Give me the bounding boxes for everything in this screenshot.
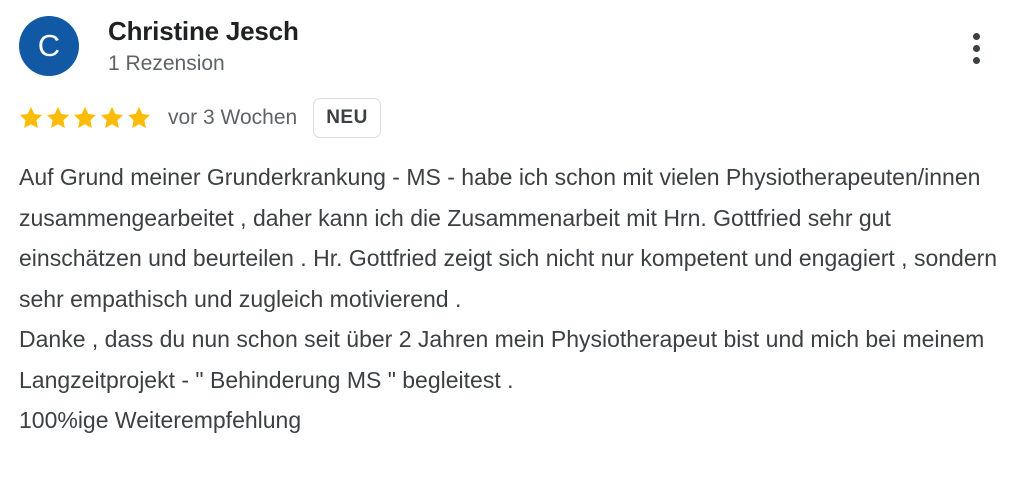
review-paragraph: Auf Grund meiner Grunderkrankung - MS - … xyxy=(19,164,998,312)
reviewer-name[interactable]: Christine Jesch xyxy=(108,16,299,47)
star-icon xyxy=(45,105,71,131)
star-icon xyxy=(72,105,98,131)
review-date: vor 3 Wochen xyxy=(168,106,298,129)
star-icon xyxy=(126,105,152,131)
more-options-button[interactable] xyxy=(956,26,996,70)
avatar[interactable]: C xyxy=(19,16,79,76)
reviewer-review-count: 1 Rezension xyxy=(108,52,225,75)
rating-row: vor 3 Wochen NEU xyxy=(18,97,381,139)
new-badge: NEU xyxy=(313,98,381,138)
star-icon xyxy=(99,105,125,131)
avatar-letter: C xyxy=(37,28,61,63)
review-paragraph: Danke , dass du nun schon seit über 2 Ja… xyxy=(19,326,985,393)
review-text: Auf Grund meiner Grunderkrankung - MS - … xyxy=(19,157,999,441)
review-card: C Christine Jesch 1 Rezension vor 3 Woch… xyxy=(0,0,1014,494)
review-paragraph: 100%ige Weiterempfehlung xyxy=(19,407,302,433)
more-vert-icon xyxy=(972,30,980,66)
star-icon xyxy=(18,105,44,131)
star-rating xyxy=(18,105,153,131)
